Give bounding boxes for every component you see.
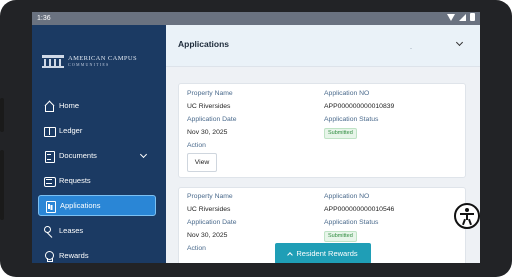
property-name-value: UC Riversides [187, 206, 231, 213]
sidebar-item-label: Requests [59, 176, 91, 185]
accessibility-icon[interactable] [454, 203, 480, 229]
sidebar-item-label: Documents [59, 151, 97, 160]
chevron-down-icon[interactable] [139, 150, 148, 159]
status-bar: 1:36 [32, 12, 480, 25]
brand-line-1: AMERICAN CAMPUS [68, 55, 138, 62]
resident-rewards-label: Resident Rewards [296, 249, 358, 258]
action-label: Action [187, 245, 206, 252]
rewards-icon [44, 250, 54, 262]
sidebar-item-label: Leases [59, 226, 84, 235]
sidebar-item-requests[interactable]: Requests [38, 170, 156, 191]
app-screen: 1:36 AMERICAN CAMPUS COMMUNITIES Home Le… [32, 12, 480, 263]
application-status-label: Application Status [324, 116, 379, 123]
application-no-value: APP000000000010546 [324, 206, 395, 213]
brand-line-2: COMMUNITIES [68, 62, 110, 67]
application-date-label: Application Date [187, 116, 237, 123]
columns-logo-icon [42, 54, 64, 68]
applications-header[interactable]: Applications [166, 25, 480, 67]
header-divider [410, 48, 412, 49]
status-badge: Submitted [324, 128, 357, 139]
application-date-label: Application Date [187, 219, 237, 226]
action-label: Action [187, 142, 206, 149]
application-no-label: Application NO [324, 90, 370, 97]
sidebar-item-applications[interactable]: Applications [38, 195, 156, 216]
device-side-button [0, 150, 4, 220]
ledger-icon [44, 126, 56, 137]
sidebar-item-documents[interactable]: Documents [38, 145, 156, 166]
application-card: Property Name UC Riversides Application … [178, 83, 466, 178]
sidebar-item-ledger[interactable]: Ledger [38, 120, 156, 141]
device-frame: 1:36 AMERICAN CAMPUS COMMUNITIES Home Le… [0, 0, 512, 277]
main-content: Applications Property Name UC Riversides… [166, 25, 480, 263]
signal-icon [459, 14, 466, 21]
brand-name: AMERICAN CAMPUS COMMUNITIES [68, 55, 137, 67]
status-icons [447, 13, 475, 21]
application-no-value: APP000000000010839 [324, 103, 395, 110]
sidebar: AMERICAN CAMPUS COMMUNITIES Home Ledger … [32, 25, 166, 263]
battery-icon [470, 13, 475, 21]
status-badge: Submitted [324, 231, 357, 242]
wifi-icon [447, 14, 455, 21]
sidebar-item-label: Ledger [59, 126, 83, 135]
device-side-button [0, 98, 4, 132]
home-icon [44, 101, 54, 112]
sidebar-item-rewards[interactable]: Rewards [38, 245, 156, 263]
property-name-label: Property Name [187, 193, 233, 200]
applications-icon [45, 200, 56, 213]
application-date-value: Nov 30, 2025 [187, 129, 228, 136]
application-status-label: Application Status [324, 219, 379, 226]
property-name-label: Property Name [187, 90, 233, 97]
view-button[interactable]: View [187, 153, 217, 172]
sidebar-item-home[interactable]: Home [38, 95, 156, 116]
resident-rewards-button[interactable]: Resident Rewards [275, 243, 371, 263]
sidebar-item-label: Applications [60, 201, 101, 210]
property-name-value: UC Riversides [187, 103, 231, 110]
sidebar-item-label: Rewards [59, 251, 89, 260]
application-date-value: Nov 30, 2025 [187, 232, 228, 239]
sidebar-item-leases[interactable]: Leases [38, 220, 156, 241]
sidebar-nav: Home Ledger Documents Requests Applicati… [38, 95, 156, 263]
application-no-label: Application NO [324, 193, 370, 200]
key-icon [44, 225, 54, 236]
status-time: 1:36 [37, 15, 51, 22]
document-icon [44, 150, 55, 163]
chevron-down-icon[interactable] [455, 38, 464, 47]
requests-icon [44, 176, 56, 187]
sidebar-item-label: Home [59, 101, 80, 110]
brand-logo[interactable]: AMERICAN CAMPUS COMMUNITIES [42, 53, 152, 69]
page-title: Applications [178, 39, 230, 49]
chevron-up-icon [287, 251, 294, 258]
